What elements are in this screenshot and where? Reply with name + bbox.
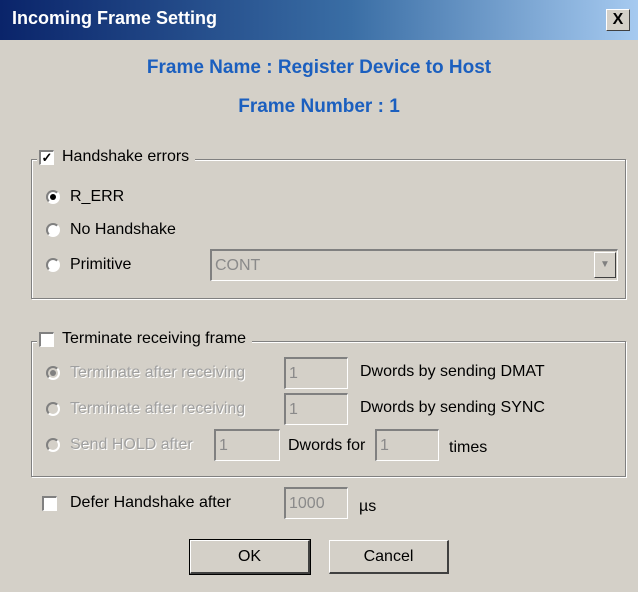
terminate-dmat-input[interactable]: 1 <box>284 357 348 389</box>
terminate-sync-suffix: Dwords by sending SYNC <box>360 399 545 416</box>
window-title: Incoming Frame Setting <box>12 8 218 28</box>
close-button[interactable]: X <box>606 9 630 31</box>
hold-dwords-value: 1 <box>219 437 228 454</box>
terminate-legend[interactable]: Terminate receiving frame <box>37 330 253 348</box>
frame-number-heading: Frame Number : 1 <box>238 96 400 117</box>
defer-handshake-checkbox[interactable] <box>42 495 57 511</box>
radio-r-err-button[interactable] <box>46 190 60 204</box>
radio-send-hold-label: Send HOLD after <box>70 436 193 453</box>
radio-primitive[interactable]: Primitive <box>46 256 131 274</box>
close-icon: X <box>612 11 624 28</box>
radio-terminate-sync[interactable]: Terminate after receiving <box>46 400 245 418</box>
radio-terminate-dmat-label: Terminate after receiving <box>70 364 246 381</box>
hold-times-value: 1 <box>380 437 389 454</box>
radio-r-err[interactable]: R_ERR <box>46 188 124 206</box>
cancel-button[interactable]: Cancel <box>329 540 449 574</box>
handshake-errors-label: Handshake errors <box>62 148 190 165</box>
terminate-checkbox[interactable] <box>39 331 54 347</box>
defer-handshake-unit: µs <box>359 498 377 515</box>
defer-handshake-row[interactable]: Defer Handshake after <box>42 494 231 512</box>
ok-button[interactable]: OK <box>189 539 311 575</box>
radio-terminate-sync-button[interactable] <box>46 402 60 416</box>
primitive-select[interactable]: CONT ▼ <box>210 249 618 281</box>
hold-dwords-label: Dwords for <box>288 437 366 454</box>
radio-terminate-sync-label: Terminate after receiving <box>70 400 246 417</box>
chevron-down-icon[interactable]: ▼ <box>594 252 616 278</box>
radio-send-hold[interactable]: Send HOLD after <box>46 436 193 454</box>
hold-times-input[interactable]: 1 <box>375 429 439 461</box>
radio-no-handshake-label: No Handshake <box>70 221 176 238</box>
terminate-sync-input[interactable]: 1 <box>284 393 348 425</box>
terminate-sync-value: 1 <box>289 401 298 418</box>
radio-terminate-dmat-button[interactable] <box>46 366 60 380</box>
frame-name-heading: Frame Name : Register Device to Host <box>146 57 492 78</box>
hold-times-suffix: times <box>449 439 488 456</box>
primitive-select-value: CONT <box>215 257 261 274</box>
title-bar: Incoming Frame Setting X <box>0 0 638 40</box>
defer-handshake-input[interactable]: 1000 <box>284 487 348 519</box>
terminate-dmat-value: 1 <box>289 365 298 382</box>
handshake-errors-checkbox[interactable]: ✓ <box>39 149 54 165</box>
radio-terminate-dmat[interactable]: Terminate after receiving <box>46 364 245 382</box>
radio-primitive-label: Primitive <box>70 256 132 273</box>
radio-primitive-button[interactable] <box>46 258 60 272</box>
radio-r-err-label: R_ERR <box>70 188 125 205</box>
radio-no-handshake[interactable]: No Handshake <box>46 221 176 239</box>
handshake-errors-legend[interactable]: ✓ Handshake errors <box>37 148 196 166</box>
defer-handshake-label: Defer Handshake after <box>70 494 231 511</box>
terminate-label: Terminate receiving frame <box>62 330 247 347</box>
defer-handshake-value: 1000 <box>289 495 325 512</box>
radio-no-handshake-button[interactable] <box>46 223 60 237</box>
radio-send-hold-button[interactable] <box>46 438 60 452</box>
terminate-dmat-suffix: Dwords by sending DMAT <box>360 363 545 380</box>
hold-dwords-input[interactable]: 1 <box>214 429 280 461</box>
